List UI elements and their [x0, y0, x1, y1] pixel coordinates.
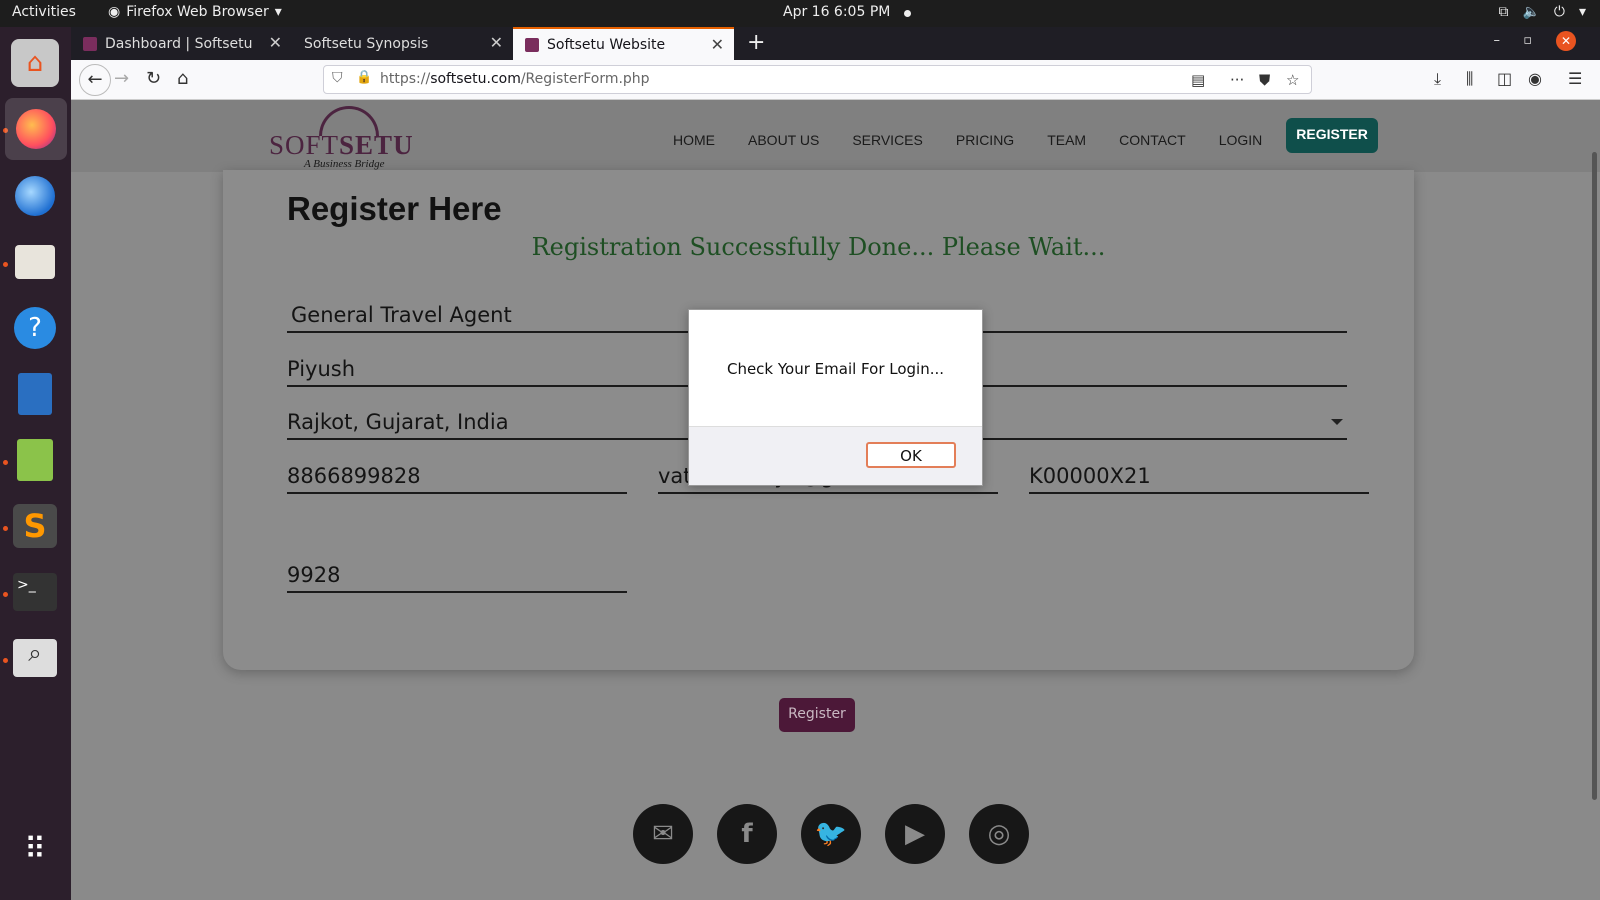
help-icon[interactable]: ? — [11, 304, 59, 352]
youtube-icon[interactable]: ▶ — [885, 804, 945, 864]
power-icon: ⏻ — [1553, 4, 1565, 20]
url-domain: softsetu.com — [430, 71, 521, 87]
page-actions-icon[interactable]: ··· — [1230, 71, 1244, 89]
bookmark-star-icon[interactable]: ☆ — [1286, 71, 1299, 89]
nav-team[interactable]: TEAM — [1047, 124, 1086, 148]
success-message: Registration Successfully Done... Please… — [531, 233, 1106, 261]
url-prefix: https:// — [380, 71, 431, 87]
logo-text-bold: SETU — [339, 130, 414, 160]
facebook-icon[interactable]: f — [717, 804, 777, 864]
site-header: SOFTSETU A Business Bridge HOME ABOUT US… — [71, 100, 1600, 172]
page-content: SOFTSETU A Business Bridge HOME ABOUT US… — [71, 100, 1600, 900]
envelope-icon[interactable]: ✉ — [633, 804, 693, 864]
activities-button[interactable]: Activities — [12, 4, 76, 20]
page-scrollbar[interactable] — [1592, 152, 1597, 800]
close-icon[interactable]: ✕ — [711, 35, 724, 54]
network-icon: ⧉ — [1498, 4, 1509, 20]
reload-icon[interactable]: ↻ — [146, 68, 161, 89]
phone-field[interactable]: 8866899828 — [287, 464, 627, 494]
logo-text-light: SOFT — [269, 130, 340, 160]
tab-dashboard[interactable]: Dashboard | Softsetu ✕ — [71, 27, 292, 60]
sublime-text-icon[interactable]: S — [11, 502, 59, 550]
notification-dot — [904, 10, 911, 17]
url-bar[interactable]: ⛉ 🔒 https://softsetu.com/RegisterForm.ph… — [323, 65, 1312, 94]
app-menu-label: Firefox Web Browser — [126, 4, 269, 20]
nav-contact[interactable]: CONTACT — [1119, 124, 1186, 148]
chevron-down-icon: ▾ — [274, 4, 282, 20]
instagram-icon[interactable]: ◎ — [969, 804, 1029, 864]
twitter-icon[interactable]: 🐦 — [801, 804, 861, 864]
tab-strip: Dashboard | Softsetu ✕ Softsetu Synopsis… — [71, 27, 1600, 60]
running-indicator — [3, 460, 8, 465]
downloads-icon[interactable]: ⤓ — [1434, 69, 1441, 89]
lock-icon[interactable]: 🔒 — [356, 70, 372, 85]
forward-arrow-icon[interactable]: → — [114, 68, 129, 89]
library-icon[interactable]: ⫼ — [1466, 69, 1473, 89]
nav-login[interactable]: LOGIN — [1219, 124, 1263, 148]
screenshot-icon[interactable]: ⌕ — [11, 634, 59, 682]
running-indicator — [3, 262, 8, 267]
tab-synopsis[interactable]: Softsetu Synopsis ✕ — [292, 27, 513, 60]
softsetu-favicon-icon — [525, 37, 539, 52]
nav-about[interactable]: ABOUT US — [748, 124, 819, 148]
volume-icon: 🔈 — [1522, 4, 1540, 20]
image-viewer-icon[interactable] — [11, 436, 59, 484]
thunderbird-icon[interactable] — [11, 172, 59, 220]
site-nav: HOME ABOUT US SERVICES PRICING TEAM CONT… — [673, 118, 1378, 153]
files-icon[interactable] — [11, 238, 59, 286]
tab-title: Softsetu Website — [547, 36, 666, 53]
close-icon[interactable]: ✕ — [269, 33, 282, 52]
close-icon[interactable]: ✕ — [490, 33, 503, 52]
running-indicator — [3, 658, 8, 663]
maximize-icon[interactable]: ▫ — [1523, 33, 1532, 48]
system-top-bar: Activities ◉ Firefox Web Browser ▾ Apr 1… — [0, 0, 1600, 27]
alert-dialog: Check Your Email For Login... OK — [688, 309, 983, 486]
url-path: /RegisterForm.php — [520, 71, 650, 87]
home-icon[interactable]: ⌂ — [177, 68, 188, 89]
nav-pricing[interactable]: PRICING — [956, 124, 1014, 148]
shield-icon[interactable]: ⛉ — [332, 70, 343, 86]
firefox-small-icon: ◉ — [108, 4, 121, 20]
writer-icon[interactable] — [11, 370, 59, 418]
nav-register-button[interactable]: REGISTER — [1286, 118, 1378, 153]
back-arrow-icon[interactable]: ← — [79, 64, 111, 96]
ok-button[interactable]: OK — [866, 442, 956, 468]
register-submit-button[interactable]: Register — [779, 698, 855, 732]
app-menu[interactable]: ◉ Firefox Web Browser ▾ — [108, 4, 282, 20]
firefox-icon[interactable] — [5, 98, 67, 160]
pin-field[interactable]: 9928 — [287, 563, 627, 593]
nav-services[interactable]: SERVICES — [852, 124, 923, 148]
ubuntu-software-icon[interactable]: ⌂ — [11, 39, 59, 87]
softsetu-favicon-icon — [83, 36, 97, 51]
system-tray[interactable]: ⧉ 🔈 ⏻ ▾ — [1498, 4, 1586, 20]
logo-tagline: A Business Bridge — [304, 158, 385, 170]
window-close-icon[interactable]: ✕ — [1556, 31, 1576, 51]
dropdown-caret-icon — [1331, 419, 1343, 425]
dock: ⌂ ? S >_ ⌕ ⠿ — [0, 27, 71, 900]
minimize-icon[interactable]: – — [1494, 33, 1501, 48]
chevron-down-icon: ▾ — [1578, 4, 1586, 20]
tab-title: Softsetu Synopsis — [304, 35, 429, 52]
tab-website[interactable]: Softsetu Website ✕ — [513, 27, 734, 60]
dialog-message: Check Your Email For Login... — [726, 360, 945, 378]
new-tab-icon[interactable]: + — [747, 30, 765, 55]
clock[interactable]: Apr 16 6:05 PM — [783, 4, 890, 20]
tab-title: Dashboard | Softsetu — [105, 35, 253, 52]
dialog-footer: OK — [689, 426, 982, 485]
account-icon[interactable]: ◉ — [1528, 69, 1542, 88]
menu-icon[interactable]: ☰ — [1568, 69, 1582, 88]
logo-wordmark: SOFTSETU — [269, 130, 414, 161]
nav-toolbar: ← → ↻ ⌂ ⛉ 🔒 https://softsetu.com/Registe… — [71, 60, 1600, 100]
sidebar-icon[interactable]: ◫ — [1497, 69, 1512, 88]
reader-view-icon[interactable]: ▤ — [1191, 71, 1205, 89]
softsetu-logo[interactable]: SOFTSETU A Business Bridge — [269, 106, 413, 170]
app-grid-icon[interactable]: ⠿ — [11, 825, 59, 873]
page-title: Register Here — [287, 190, 502, 227]
terminal-icon[interactable]: >_ — [11, 568, 59, 616]
running-indicator — [3, 526, 8, 531]
code-field[interactable]: K00000X21 — [1029, 464, 1369, 494]
nav-home[interactable]: HOME — [673, 124, 715, 148]
running-indicator — [3, 592, 8, 597]
pocket-icon[interactable]: ⛊ — [1259, 71, 1270, 89]
